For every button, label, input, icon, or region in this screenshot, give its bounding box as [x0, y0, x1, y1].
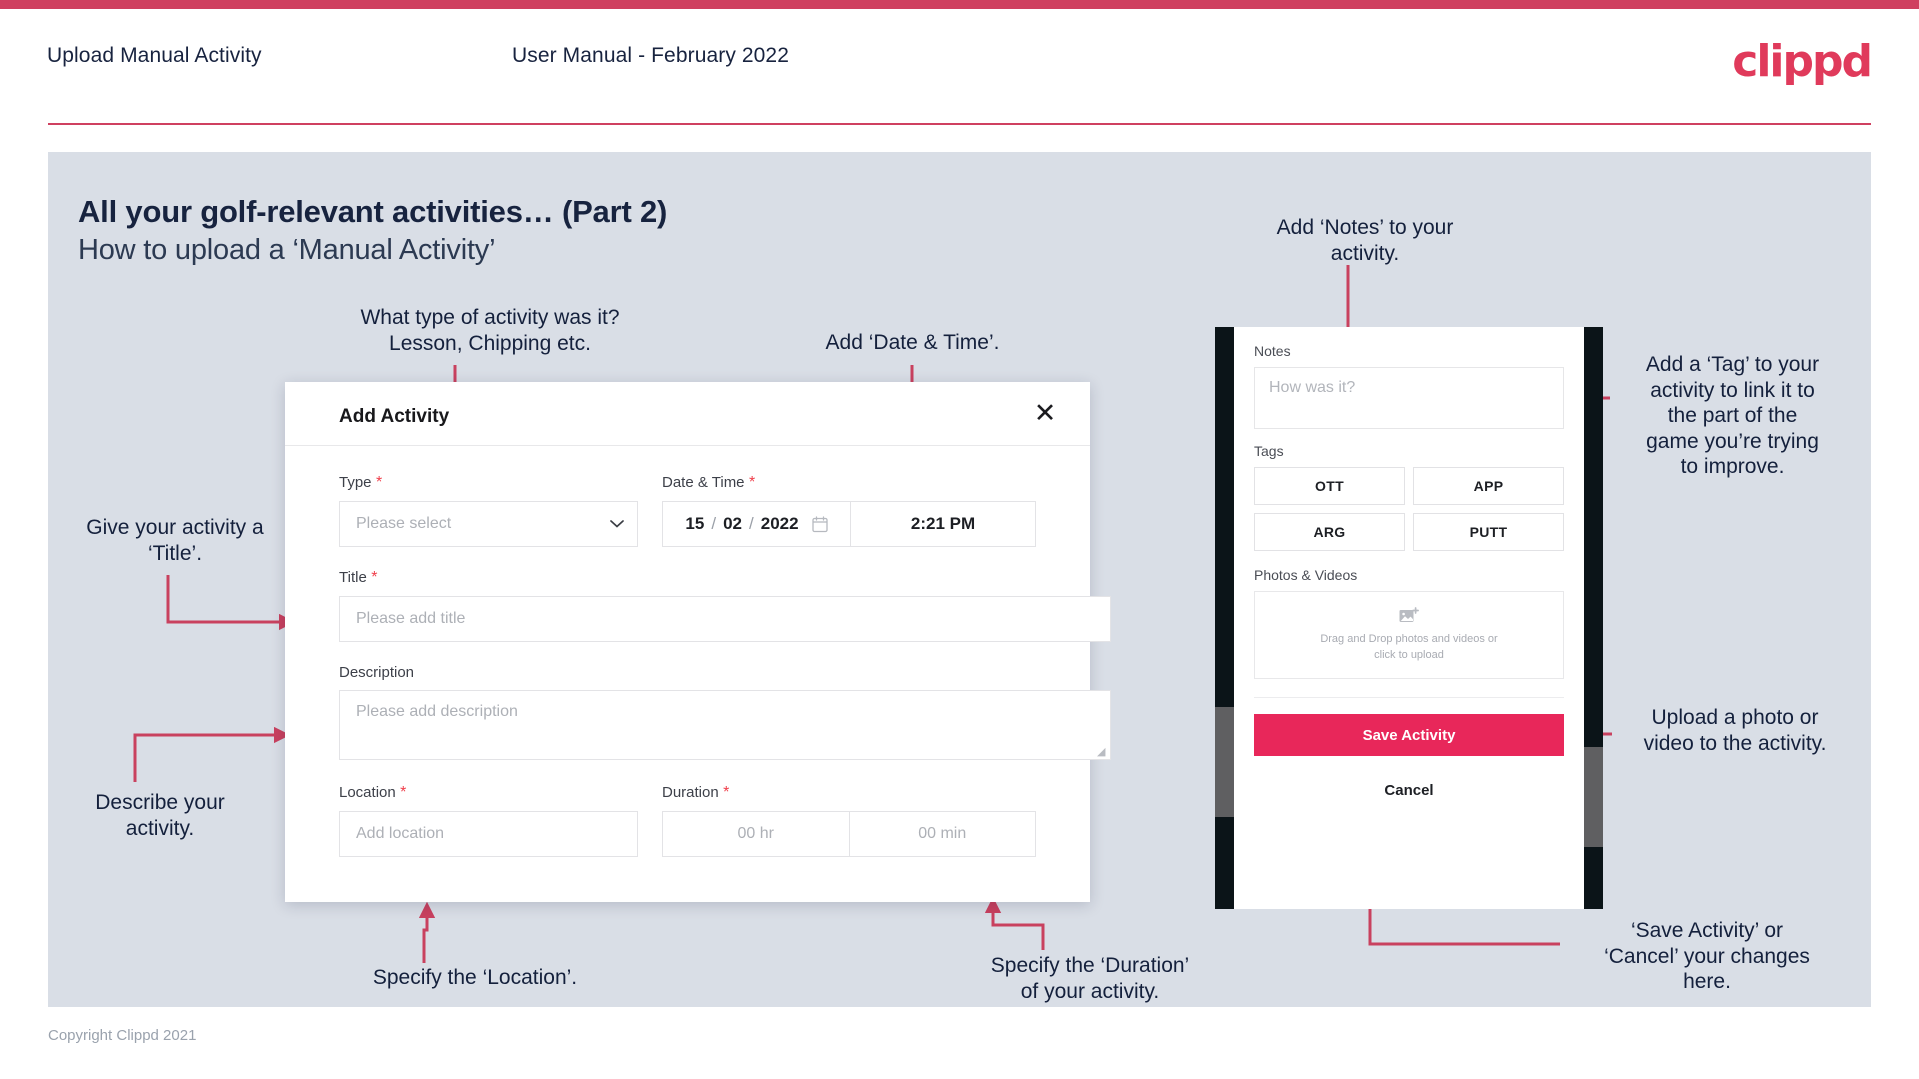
- phone-dropzone-line1: Drag and Drop photos and videos or: [1320, 632, 1498, 645]
- description-placeholder: Please add description: [356, 703, 518, 720]
- add-activity-dialog: Add Activity ✕ Type * Please select Date…: [285, 382, 1111, 902]
- phone-tags-section: Tags OTT APP ARG PUTT: [1234, 429, 1584, 551]
- field-description: Description Please add description ◢: [285, 664, 1111, 760]
- date-input[interactable]: 15 / 02 / 2022: [662, 501, 850, 547]
- phone-notes-label: Notes: [1254, 343, 1291, 359]
- annotation-photos: Upload a photo or video to the activity.: [1643, 706, 1827, 755]
- slide-root: Upload Manual Activity User Manual - Feb…: [0, 0, 1919, 1079]
- calendar-icon[interactable]: [811, 515, 828, 533]
- required-marker: *: [366, 569, 378, 586]
- phone-tags-grid: OTT APP ARG PUTT: [1254, 467, 1564, 551]
- label-title: Title *: [339, 569, 1036, 587]
- document-subtitle: User Manual - February 2022: [512, 44, 789, 67]
- phone-button-left: [1215, 707, 1234, 817]
- label-type: Type *: [339, 474, 638, 492]
- label-location: Location *: [339, 784, 638, 802]
- duration-minutes-input[interactable]: 00 min: [848, 811, 1036, 857]
- phone-actions: Save Activity Cancel: [1234, 698, 1584, 806]
- date-sep-2: /: [749, 514, 754, 533]
- required-marker: *: [744, 474, 756, 491]
- label-duration-text: Duration: [662, 784, 719, 801]
- save-activity-button[interactable]: Save Activity: [1254, 714, 1564, 756]
- dialog-title: Add Activity: [339, 406, 450, 427]
- required-marker: *: [395, 784, 407, 801]
- type-select-value: Please select: [356, 515, 452, 532]
- date-month: 02: [723, 514, 742, 533]
- field-duration: Duration * 00 hr 00 min: [662, 784, 1036, 857]
- phone-dropzone-text: Drag and Drop photos and videos or click…: [1320, 632, 1497, 664]
- phone-mockup: Notes How was it? Tags OTT APP ARG PUTT …: [1215, 327, 1603, 909]
- label-type-text: Type: [339, 474, 372, 491]
- location-input[interactable]: Add location: [339, 811, 638, 857]
- annotation-save-cancel: ‘Save Activity’ or ‘Cancel’ your changes h…: [1604, 919, 1810, 994]
- phone-button-right: [1584, 747, 1603, 847]
- phone-dropzone[interactable]: Drag and Drop photos and videos or click…: [1254, 591, 1564, 679]
- tag-arg[interactable]: ARG: [1254, 513, 1405, 551]
- annotation-description: Describe your activity.: [95, 791, 225, 840]
- phone-dropzone-line2: click to upload: [1374, 648, 1444, 661]
- close-icon[interactable]: ✕: [1028, 396, 1062, 430]
- label-description: Description: [339, 664, 415, 681]
- label-date-time-text: Date & Time: [662, 474, 745, 491]
- phone-notes-placeholder: How was it?: [1269, 379, 1356, 396]
- tag-putt[interactable]: PUTT: [1413, 513, 1564, 551]
- annotation-title: Give your activity a ‘Title’.: [86, 516, 264, 565]
- required-marker: *: [718, 784, 730, 801]
- time-input[interactable]: 2:21 PM: [850, 501, 1036, 547]
- field-location: Location * Add location: [339, 784, 638, 857]
- required-marker: *: [371, 474, 383, 491]
- label-duration: Duration *: [662, 784, 1036, 802]
- location-placeholder: Add location: [356, 825, 445, 842]
- phone-bezel-left: [1215, 327, 1234, 909]
- date-sep-1: /: [711, 514, 717, 533]
- duration-hours-input[interactable]: 00 hr: [662, 811, 849, 857]
- activity-form: Type * Please select Date & Time * 15 / …: [285, 446, 1111, 857]
- type-select[interactable]: Please select: [339, 501, 638, 547]
- top-accent-bar: [0, 0, 1919, 9]
- annotation-tags: Add a ‘Tag’ to your activity to link it t…: [1645, 353, 1820, 479]
- page-title: Upload Manual Activity: [47, 44, 262, 67]
- title-input[interactable]: Please add title: [339, 596, 1111, 642]
- field-date-time: Date & Time * 15 / 02 / 2022 2:21 PM: [662, 474, 1036, 547]
- header-divider: [48, 123, 1871, 125]
- label-title-text: Title: [339, 569, 367, 586]
- label-location-text: Location: [339, 784, 396, 801]
- phone-photos-label: Photos & Videos: [1254, 567, 1358, 583]
- clippd-logo: clippd: [1732, 36, 1873, 87]
- tag-app[interactable]: APP: [1413, 467, 1564, 505]
- copyright-text: Copyright Clippd 2021: [48, 1027, 197, 1044]
- date-year: 2022: [760, 514, 799, 533]
- field-title: Title * Please add title: [285, 569, 1111, 642]
- phone-tags-label: Tags: [1254, 443, 1284, 459]
- field-type: Type * Please select: [339, 474, 638, 547]
- annotation-type: What type of activity was it? Lesson, Chi…: [360, 306, 620, 355]
- slide-title: All your golf-relevant activities… (Part…: [78, 194, 668, 229]
- phone-notes-section: Notes How was it?: [1234, 327, 1584, 429]
- add-image-icon: [1399, 606, 1419, 622]
- phone-screen: Notes How was it? Tags OTT APP ARG PUTT …: [1234, 327, 1584, 909]
- phone-notes-input[interactable]: How was it?: [1254, 367, 1564, 429]
- annotation-duration: Specify the ‘Duration’ of your activity.: [990, 954, 1190, 1003]
- annotation-location: Specify the ‘Location’.: [372, 966, 578, 989]
- cancel-button[interactable]: Cancel: [1254, 774, 1564, 806]
- annotation-notes: Add ‘Notes’ to your activity.: [1276, 216, 1454, 265]
- resize-grip-icon[interactable]: ◢: [1097, 747, 1107, 758]
- date-day: 15: [685, 514, 705, 533]
- dialog-header: Add Activity ✕: [285, 382, 1090, 446]
- label-date-time: Date & Time *: [662, 474, 1036, 492]
- chevron-down-icon: [610, 520, 624, 528]
- title-input-placeholder: Please add title: [356, 610, 466, 627]
- description-textarea[interactable]: Please add description ◢: [339, 690, 1111, 760]
- annotation-date-time: Add ‘Date & Time’.: [825, 331, 1000, 354]
- slide-subtitle: How to upload a ‘Manual Activity’: [78, 234, 496, 266]
- tag-ott[interactable]: OTT: [1254, 467, 1405, 505]
- phone-photos-section: Photos & Videos Drag and Drop photos and…: [1234, 551, 1584, 679]
